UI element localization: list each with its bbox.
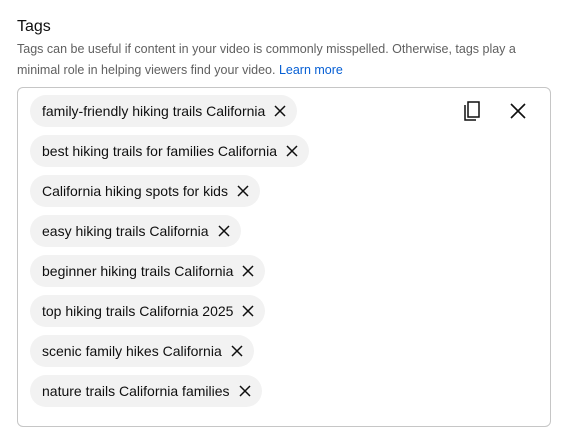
remove-tag-icon[interactable] xyxy=(271,102,289,120)
remove-tag-icon[interactable] xyxy=(283,142,301,160)
tag-chip: easy hiking trails California xyxy=(30,215,241,247)
remove-tag-icon[interactable] xyxy=(239,262,257,280)
close-icon xyxy=(510,103,526,119)
tags-description: Tags can be useful if content in your vi… xyxy=(17,39,552,81)
tag-chip: beginner hiking trails California xyxy=(30,255,266,287)
tag-chip: scenic family hikes California xyxy=(30,335,254,367)
tag-chip: top hiking trails California 2025 xyxy=(30,295,266,327)
tag-chip-label: scenic family hikes California xyxy=(42,343,222,359)
tag-chip-label: top hiking trails California 2025 xyxy=(42,303,234,319)
remove-tag-icon[interactable] xyxy=(236,382,254,400)
tag-chip: nature trails California families xyxy=(30,375,262,407)
tag-chip: California hiking spots for kids xyxy=(30,175,260,207)
tag-chip-label: beginner hiking trails California xyxy=(42,263,234,279)
tags-input-box[interactable]: family-friendly hiking trails California… xyxy=(17,87,551,427)
tags-description-text: Tags can be useful if content in your vi… xyxy=(17,42,516,77)
tag-chip-label: family-friendly hiking trails California xyxy=(42,103,266,119)
tag-chip-label: best hiking trails for families Californ… xyxy=(42,143,277,159)
tag-chip: family-friendly hiking trails California xyxy=(30,95,298,127)
tag-chip-label: nature trails California families xyxy=(42,383,230,399)
remove-tag-icon[interactable] xyxy=(239,302,257,320)
tags-section: Tags Tags can be useful if content in yo… xyxy=(17,0,557,427)
learn-more-link[interactable]: Learn more xyxy=(279,63,343,77)
tag-chip: best hiking trails for families Californ… xyxy=(30,135,309,167)
copy-tags-button[interactable] xyxy=(460,99,484,123)
clear-tags-button[interactable] xyxy=(506,99,530,123)
tag-chip-list: family-friendly hiking trails California… xyxy=(30,95,309,407)
remove-tag-icon[interactable] xyxy=(234,182,252,200)
remove-tag-icon[interactable] xyxy=(228,342,246,360)
copy-icon xyxy=(464,101,480,121)
tag-chip-label: easy hiking trails California xyxy=(42,223,209,239)
tags-title: Tags xyxy=(17,18,51,35)
tag-chip-label: California hiking spots for kids xyxy=(42,183,228,199)
tags-toolbar xyxy=(460,99,530,123)
remove-tag-icon[interactable] xyxy=(215,222,233,240)
